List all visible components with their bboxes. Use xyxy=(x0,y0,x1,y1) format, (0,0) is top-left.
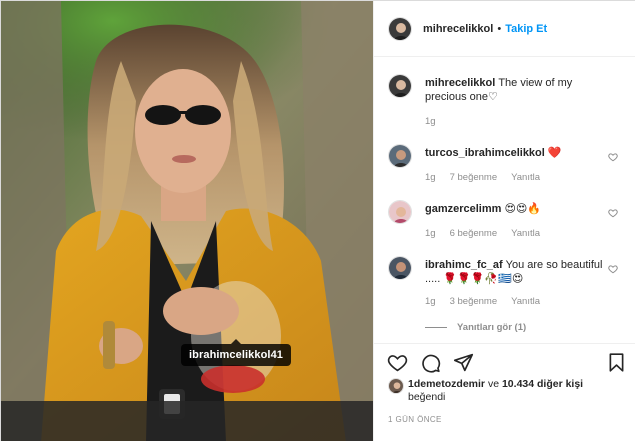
liked-by-user[interactable]: 1demetozdemir xyxy=(408,378,485,390)
like-comment-heart-icon[interactable] xyxy=(608,264,618,274)
header-username[interactable]: mihrecelikkol xyxy=(423,23,493,35)
view-replies-button[interactable]: Yanıtları gör (1) xyxy=(425,322,526,333)
comment-likes[interactable]: 3 beğenme xyxy=(450,296,498,307)
liked-by-suffix: beğendi xyxy=(408,391,446,403)
liked-by-others[interactable]: 10.434 diğer kişi xyxy=(502,378,583,390)
liked-by-text: 1demetozdemir ve 10.434 diğer kişi beğen… xyxy=(408,378,583,404)
liked-by: 1demetozdemir ve 10.434 diğer kişi beğen… xyxy=(388,378,583,404)
comment-likes[interactable]: 6 beğenme xyxy=(450,228,498,239)
replies-divider xyxy=(425,327,447,328)
comment-username[interactable]: ibrahimc_fc_af xyxy=(425,259,503,271)
comment-meta: 1g 6 beğenme Yanıtla xyxy=(425,228,540,239)
reply-button[interactable]: Yanıtla xyxy=(511,296,540,307)
comment-likes[interactable]: 7 beğenme xyxy=(450,172,498,183)
avatar[interactable] xyxy=(388,74,412,98)
post-photo[interactable]: ibrahimcelikkol41 xyxy=(1,1,373,441)
comment-meta: 1g 3 beğenme Yanıtla xyxy=(425,296,540,307)
comment-time[interactable]: 1g xyxy=(425,172,436,183)
comment-bubble-icon[interactable] xyxy=(420,352,441,373)
reply-button[interactable]: Yanıtla xyxy=(511,172,540,183)
avatar[interactable] xyxy=(388,378,404,394)
comment-username[interactable]: gamzercelimm xyxy=(425,203,501,215)
liked-by-connector: ve xyxy=(485,378,502,390)
comment-text: ❤️ xyxy=(547,147,562,159)
action-icons xyxy=(387,352,474,373)
avatar[interactable] xyxy=(388,256,412,280)
caption-text-block: mihrecelikkol The view of my precious one… xyxy=(425,76,615,104)
comment-meta: 1g 7 beğenme Yanıtla xyxy=(425,172,540,183)
avatar[interactable] xyxy=(388,144,412,168)
follow-button[interactable]: Takip Et xyxy=(505,23,547,35)
instagram-post: ibrahimcelikkol41 mihrecelikkol • Takip … xyxy=(0,0,635,441)
post-side-panel: mihrecelikkol • Takip Et mihrecelikkol Th… xyxy=(373,1,635,441)
caption-time[interactable]: 1g xyxy=(425,116,436,127)
avatar[interactable] xyxy=(388,200,412,224)
caption-username[interactable]: mihrecelikkol xyxy=(425,77,495,89)
photo-illustration xyxy=(1,1,373,441)
like-comment-heart-icon[interactable] xyxy=(608,208,618,218)
reply-button[interactable]: Yanıtla xyxy=(511,228,540,239)
comment-text-block: ibrahimc_fc_af You are so beautiful .....… xyxy=(425,258,615,286)
like-heart-icon[interactable] xyxy=(387,352,408,373)
post-header: mihrecelikkol • Takip Et xyxy=(374,1,635,57)
save-bookmark-icon[interactable] xyxy=(606,352,627,373)
comment-time[interactable]: 1g xyxy=(425,296,436,307)
view-replies-label: Yanıtları gör (1) xyxy=(457,322,527,333)
user-tag[interactable]: ibrahimcelikkol41 xyxy=(181,339,292,366)
share-paper-plane-icon[interactable] xyxy=(453,352,474,373)
comments-list[interactable]: mihrecelikkol The view of my precious one… xyxy=(374,58,635,343)
comment-username[interactable]: turcos_ibrahimcelikkol xyxy=(425,147,545,159)
comment-time[interactable]: 1g xyxy=(425,228,436,239)
post-actions: 1demetozdemir ve 10.434 diğer kişi beğen… xyxy=(374,343,635,441)
comment-text-block: turcos_ibrahimcelikkol ❤️ xyxy=(425,146,615,160)
like-comment-heart-icon[interactable] xyxy=(608,152,618,162)
comment-text-block: gamzercelimm 😍😍🔥 xyxy=(425,202,615,216)
post-timestamp[interactable]: 1 GÜN ÖNCE xyxy=(388,415,442,424)
caption-meta: 1g xyxy=(425,116,436,127)
comment-text: 😍😍🔥 xyxy=(504,203,542,215)
header-separator: • xyxy=(497,22,502,35)
avatar[interactable] xyxy=(388,16,412,41)
